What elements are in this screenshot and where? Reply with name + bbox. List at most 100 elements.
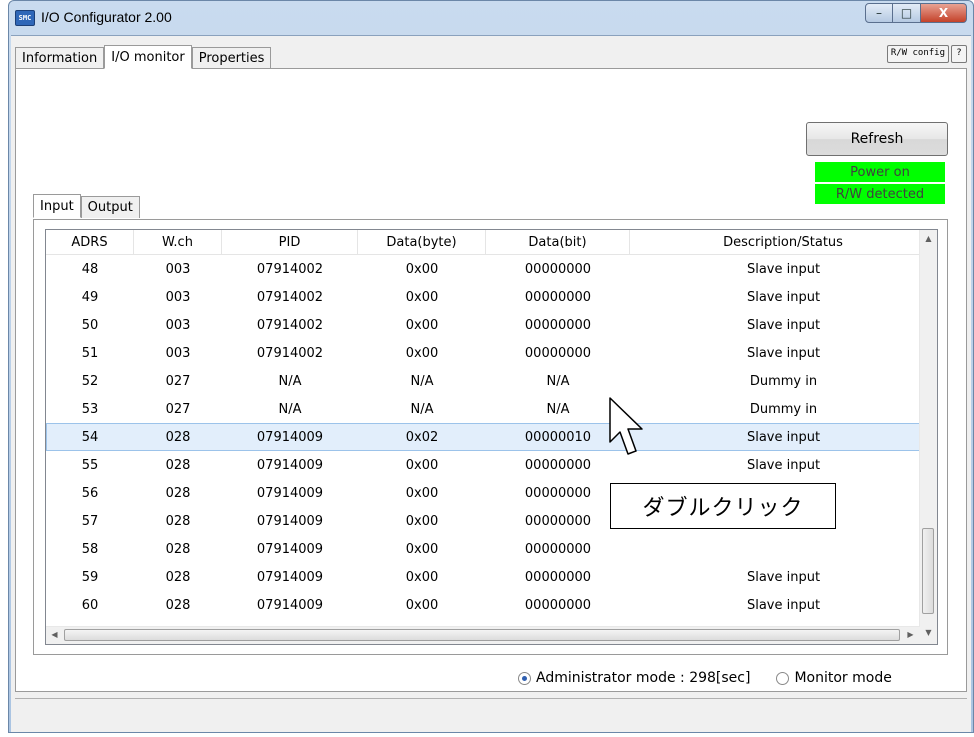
cell-data-byte: 0x00 <box>405 289 439 305</box>
tab-properties[interactable]: Properties <box>191 47 272 69</box>
cell-data-bit: 00000000 <box>524 597 592 613</box>
cell-wch: 028 <box>165 569 191 585</box>
cell-wch: 003 <box>165 345 191 361</box>
tab-io-monitor[interactable]: I/O monitor <box>104 45 192 69</box>
column-header-description[interactable]: Description/Status <box>630 230 937 254</box>
cell-data-byte: 0x00 <box>405 317 439 333</box>
table-row[interactable]: 49 003 07914002 0x00 00000000 Slave input <box>46 283 937 311</box>
column-header-wch[interactable]: W.ch <box>134 230 222 254</box>
cell-data-byte: 0x02 <box>405 429 439 445</box>
table-row[interactable]: 51 003 07914002 0x00 00000000 Slave input <box>46 339 937 367</box>
app-logo-icon: SMC <box>15 10 35 26</box>
cell-wch: 028 <box>165 597 191 613</box>
maximize-button[interactable]: □ <box>893 3 921 23</box>
scroll-right-arrow-icon[interactable]: ▶ <box>902 630 919 639</box>
column-header-data-byte[interactable]: Data(byte) <box>358 230 486 254</box>
cell-adrs: 60 <box>81 597 99 613</box>
help-button[interactable]: ? <box>951 45 967 63</box>
table-row[interactable]: 59 028 07914009 0x00 00000000 Slave input <box>46 563 937 591</box>
sub-tab-strip: Input Output <box>33 194 140 218</box>
cell-adrs: 53 <box>81 401 99 417</box>
cell-description: Slave input <box>746 345 821 361</box>
main-tab-strip: Information I/O monitor Properties <box>15 45 272 69</box>
scroll-left-arrow-icon[interactable]: ◀ <box>46 630 63 639</box>
table-row[interactable]: 52 027 N/A N/A N/A Dummy in <box>46 367 937 395</box>
cell-adrs: 49 <box>81 289 99 305</box>
cell-pid: 07914002 <box>256 261 324 277</box>
cell-pid: 07914009 <box>256 569 324 585</box>
horizontal-scrollbar[interactable]: ◀ ▶ <box>46 626 920 644</box>
cell-adrs: 57 <box>81 513 99 529</box>
vertical-scroll-thumb[interactable] <box>922 528 934 614</box>
cell-description: Dummy in <box>749 373 818 389</box>
table-row[interactable]: 58 028 07914009 0x00 00000000 <box>46 535 937 563</box>
table-row[interactable]: 60 028 07914009 0x00 00000000 Slave input <box>46 591 937 619</box>
tab-output[interactable]: Output <box>80 196 140 218</box>
cell-wch: 003 <box>165 317 191 333</box>
cell-wch: 028 <box>165 513 191 529</box>
minimize-button[interactable]: – <box>865 3 893 23</box>
cell-pid: 07914002 <box>256 317 324 333</box>
scroll-up-arrow-icon[interactable]: ▲ <box>920 234 937 243</box>
tab-input[interactable]: Input <box>33 194 81 218</box>
vertical-scrollbar[interactable]: ▲ ▼ <box>919 230 937 644</box>
cell-description: Slave input <box>746 317 821 333</box>
table-body: 48 003 07914002 0x00 00000000 Slave input 49 00… <box>46 255 937 644</box>
close-button[interactable]: X <box>921 3 967 23</box>
admin-mode-radio[interactable] <box>518 671 531 685</box>
cell-wch: 028 <box>165 541 191 557</box>
tab-information[interactable]: Information <box>15 47 105 69</box>
column-header-data-bit[interactable]: Data(bit) <box>486 230 630 254</box>
column-header-pid[interactable]: PID <box>222 230 358 254</box>
cell-data-byte: 0x00 <box>405 541 439 557</box>
annotation-callout: ダブルクリック <box>610 483 836 529</box>
table-row[interactable]: 53 027 N/A N/A N/A Dummy in <box>46 395 937 423</box>
refresh-button[interactable]: Refresh <box>806 122 948 156</box>
cell-data-bit: 00000000 <box>524 569 592 585</box>
cell-description: Dummy in <box>749 401 818 417</box>
rw-status-badge: R/W detected <box>815 184 945 204</box>
cell-wch: 028 <box>165 485 191 501</box>
window-title: I/O Configurator 2.00 <box>41 9 172 25</box>
cell-data-byte: 0x00 <box>405 261 439 277</box>
monitor-mode-label[interactable]: Monitor mode <box>794 670 891 686</box>
cell-pid: 07914009 <box>256 485 324 501</box>
cell-description: Slave input <box>746 457 821 473</box>
cell-data-byte: N/A <box>410 373 434 389</box>
mode-selector: Administrator mode : 298[sec] Monitor mo… <box>518 670 892 686</box>
table-row[interactable]: 54 028 07914009 0x02 00000010 Slave input <box>46 423 937 451</box>
title-bar[interactable]: SMC I/O Configurator 2.00 – □ X <box>9 1 973 35</box>
table-row[interactable]: 50 003 07914002 0x00 00000000 Slave input <box>46 311 937 339</box>
cell-adrs: 58 <box>81 541 99 557</box>
cell-data-byte: 0x00 <box>405 569 439 585</box>
cell-wch: 027 <box>165 373 191 389</box>
cell-wch: 028 <box>165 429 191 445</box>
client-area: Information I/O monitor Properties R/W c… <box>11 35 971 732</box>
cell-adrs: 48 <box>81 261 99 277</box>
cell-description: Slave input <box>746 429 821 445</box>
status-footer <box>15 698 967 729</box>
table-row[interactable]: 48 003 07914002 0x00 00000000 Slave input <box>46 255 937 283</box>
cell-pid: N/A <box>278 373 302 389</box>
cell-wch: 003 <box>165 261 191 277</box>
cell-description <box>630 535 937 563</box>
cell-wch: 003 <box>165 289 191 305</box>
table-header: ADRS W.ch PID Data(byte) Data(bit) Descr… <box>46 230 937 255</box>
scroll-down-arrow-icon[interactable]: ▼ <box>920 628 937 637</box>
cell-adrs: 59 <box>81 569 99 585</box>
cell-pid: 07914009 <box>256 541 324 557</box>
admin-mode-label[interactable]: Administrator mode : 298[sec] <box>536 670 750 686</box>
cell-pid: 07914002 <box>256 345 324 361</box>
monitor-mode-radio[interactable] <box>776 671 790 685</box>
cell-pid: 07914009 <box>256 429 324 445</box>
cell-description: Slave input <box>746 569 821 585</box>
cell-data-byte: 0x00 <box>405 457 439 473</box>
column-header-adrs[interactable]: ADRS <box>46 230 134 254</box>
rw-config-button[interactable]: R/W config <box>886 45 949 63</box>
cell-pid: 07914002 <box>256 289 324 305</box>
mouse-cursor-icon <box>609 397 643 455</box>
cell-adrs: 55 <box>81 457 99 473</box>
io-monitor-panel: Refresh Power on R/W detected Input Outp… <box>15 68 967 692</box>
horizontal-scroll-thumb[interactable] <box>64 629 900 641</box>
table-row[interactable]: 55 028 07914009 0x00 00000000 Slave input <box>46 451 937 479</box>
